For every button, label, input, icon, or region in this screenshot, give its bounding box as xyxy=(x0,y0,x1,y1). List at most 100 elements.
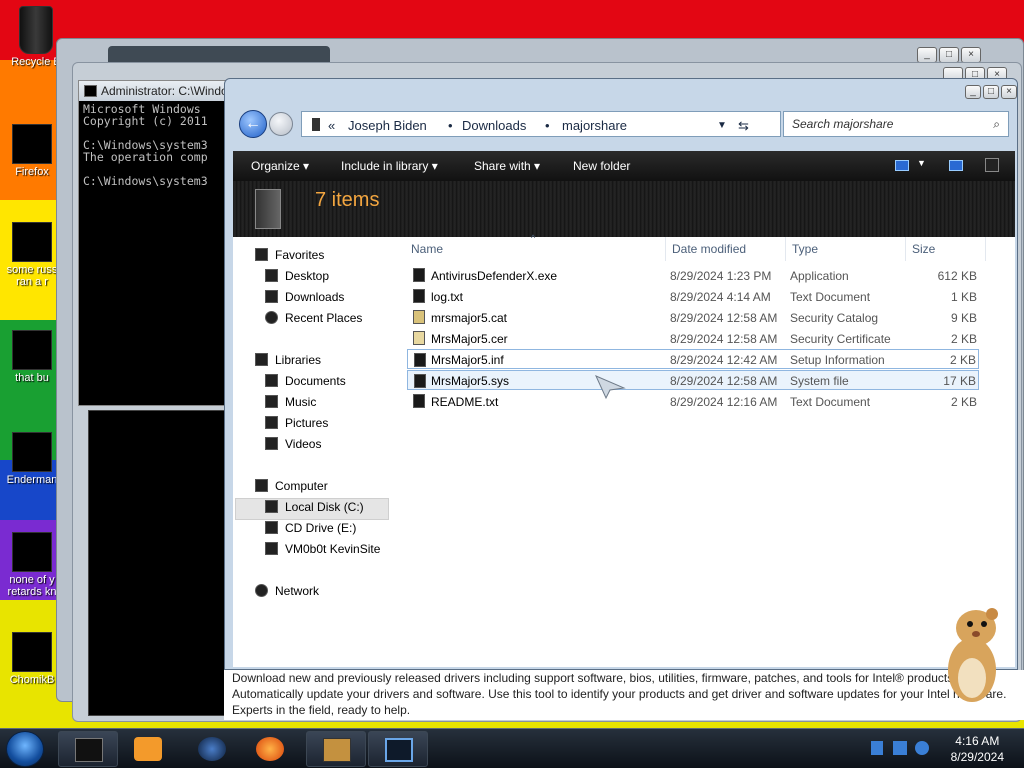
nav-vm-share[interactable]: VM0b0t KevinSite xyxy=(265,540,380,558)
file-row[interactable]: MrsMajor5.inf 8/29/2024 12:42 AM Setup I… xyxy=(407,349,979,369)
search-input[interactable]: Search majorshare ⌕ xyxy=(783,111,1009,137)
certificate-icon xyxy=(413,331,425,345)
file-row[interactable]: MrsMajor5.cer 8/29/2024 12:58 AM Securit… xyxy=(407,328,979,348)
refresh-icon[interactable]: ⇆ xyxy=(738,118,749,134)
column-headers: Name ^ Date modified Type Size xyxy=(409,233,1015,261)
nav-desktop[interactable]: Desktop xyxy=(265,267,329,285)
nav-label: Downloads xyxy=(285,290,345,304)
column-date-modified[interactable]: Date modified xyxy=(672,242,746,256)
desktop-icon-6[interactable]: none of y retards kn xyxy=(0,532,64,598)
nav-computer[interactable]: Computer xyxy=(255,477,328,495)
tray-network-icon[interactable] xyxy=(893,741,907,755)
breadcrumb-majorshare[interactable]: majorshare xyxy=(562,118,627,133)
navigation-pane: Favorites Desktop Downloads Recent Place… xyxy=(233,237,399,667)
system-file-icon xyxy=(414,374,426,388)
nav-pictures[interactable]: Pictures xyxy=(265,414,328,432)
new-folder-button[interactable]: New folder xyxy=(573,159,630,173)
chevron-down-icon[interactable]: ▼ xyxy=(917,158,926,168)
nav-label: Libraries xyxy=(275,353,322,367)
column-divider[interactable] xyxy=(985,237,986,261)
column-divider[interactable] xyxy=(665,237,666,261)
nav-downloads[interactable]: Downloads xyxy=(265,288,345,306)
taskbar-button-explorer[interactable] xyxy=(368,731,428,767)
address-bar[interactable]: « Joseph Biden • Downloads • majorshare … xyxy=(301,111,781,137)
file-type: Text Document xyxy=(790,395,871,409)
column-name[interactable]: Name xyxy=(411,242,443,256)
taskbar-button-firefox[interactable] xyxy=(242,731,298,767)
nav-cd-drive[interactable]: CD Drive (E:) xyxy=(265,519,356,537)
back-arrow-icon[interactable]: ← xyxy=(239,110,267,138)
network-drive-icon xyxy=(265,542,278,555)
nav-local-disk[interactable]: Local Disk (C:) xyxy=(265,498,364,516)
chevron-down-icon[interactable]: ▼ xyxy=(717,120,727,131)
file-row[interactable]: MrsMajor5.sys 8/29/2024 12:58 AM System … xyxy=(407,370,979,390)
desktop-icon-label: that bu xyxy=(15,372,49,384)
maximize-button[interactable]: □ xyxy=(939,47,959,63)
blacked-out-icon xyxy=(12,330,52,370)
nav-music[interactable]: Music xyxy=(265,393,317,411)
view-options-icon[interactable] xyxy=(895,160,909,171)
tray-flag-icon[interactable] xyxy=(871,741,883,755)
blacked-out-icon xyxy=(12,432,52,472)
preview-pane-icon[interactable] xyxy=(949,160,963,171)
music-icon xyxy=(265,395,278,408)
column-size[interactable]: Size xyxy=(912,242,935,256)
breadcrumb-downloads[interactable]: Downloads xyxy=(462,118,526,133)
column-divider[interactable] xyxy=(905,237,906,261)
maximize-button[interactable]: □ xyxy=(983,85,999,99)
taskbar-button-ie[interactable] xyxy=(184,731,240,767)
taskbar-button-chomikbox[interactable] xyxy=(306,731,366,767)
file-row[interactable]: log.txt 8/29/2024 4:14 AM Text Document … xyxy=(407,286,979,306)
file-date: 8/29/2024 4:14 AM xyxy=(670,290,771,304)
desktop-icon-3[interactable]: some russ ran a r xyxy=(0,222,64,288)
desktop-icon-label: Firefox xyxy=(15,166,49,178)
file-row[interactable]: AntivirusDefenderX.exe 8/29/2024 1:23 PM… xyxy=(407,265,979,285)
nav-network[interactable]: Network xyxy=(255,582,319,600)
include-in-library-button[interactable]: Include in library ▾ xyxy=(341,159,438,173)
explorer-window-icon xyxy=(385,738,413,762)
forward-arrow-icon[interactable] xyxy=(269,112,293,136)
cmd-window[interactable]: Administrator: C:\Windo Microsoft Window… xyxy=(78,80,228,406)
desktop-icon-firefox[interactable]: Firefox xyxy=(0,124,64,178)
help-icon[interactable] xyxy=(985,158,999,172)
new-folder-label: New folder xyxy=(573,159,631,173)
libraries-icon xyxy=(255,353,268,366)
breadcrumb-user[interactable]: Joseph Biden xyxy=(348,118,427,133)
close-button[interactable]: × xyxy=(1001,85,1017,99)
nav-label: Music xyxy=(285,395,317,409)
start-button[interactable] xyxy=(6,731,44,767)
cd-drive-icon xyxy=(265,521,278,534)
include-label: Include in library xyxy=(341,159,429,173)
nav-favorites[interactable]: Favorites xyxy=(255,246,325,264)
close-button[interactable]: × xyxy=(961,47,981,63)
nav-libraries[interactable]: Libraries xyxy=(255,351,322,369)
desktop-icon-4[interactable]: that bu xyxy=(0,330,64,384)
nav-recent-places[interactable]: Recent Places xyxy=(265,309,362,327)
file-size: 2 KB xyxy=(950,332,977,346)
column-divider[interactable] xyxy=(785,237,786,261)
nav-label: Computer xyxy=(275,479,328,493)
sort-up-icon: ^ xyxy=(531,233,536,243)
file-row[interactable]: mrsmajor5.cat 8/29/2024 12:58 AM Securit… xyxy=(407,307,979,327)
share-with-button[interactable]: Share with ▾ xyxy=(474,159,540,173)
organize-button[interactable]: Organize ▾ xyxy=(251,159,309,173)
minimize-button[interactable]: _ xyxy=(917,47,937,63)
file-row[interactable]: README.txt 8/29/2024 12:16 AM Text Docum… xyxy=(407,391,979,411)
taskbar-button-media[interactable] xyxy=(120,731,176,767)
mouse-cursor-icon xyxy=(595,375,626,400)
minimize-button[interactable]: _ xyxy=(965,85,981,99)
clock[interactable]: 4:16 AM 8/29/2024 xyxy=(951,733,1004,765)
taskbar-button-cmd[interactable] xyxy=(58,731,118,767)
desktop-icon-enderman[interactable]: Enderman xyxy=(0,432,64,486)
desktop-icon-label: some russ ran a r xyxy=(6,264,58,288)
cmd-title-bar[interactable]: Administrator: C:\Windo xyxy=(79,81,227,101)
cmd-window-2 xyxy=(88,410,228,716)
tray-volume-icon[interactable] xyxy=(915,741,929,755)
desktop-icon xyxy=(265,269,278,282)
breadcrumb-separator-icon: • xyxy=(448,118,453,133)
nav-documents[interactable]: Documents xyxy=(265,372,346,390)
nav-label: Favorites xyxy=(275,248,325,262)
desktop-icon-chomik[interactable]: ChomikB xyxy=(0,632,64,686)
column-type[interactable]: Type xyxy=(792,242,818,256)
nav-videos[interactable]: Videos xyxy=(265,435,321,453)
